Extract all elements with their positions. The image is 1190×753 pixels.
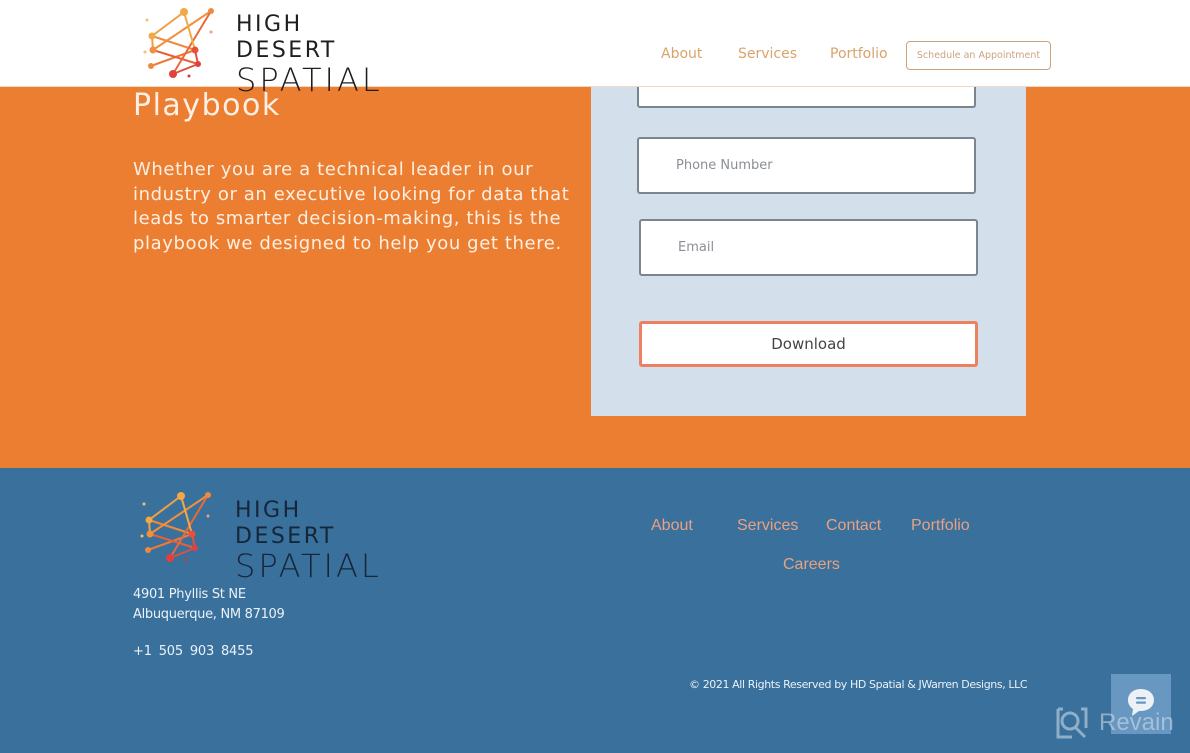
revain-logo-icon bbox=[1056, 707, 1088, 739]
nav-portfolio[interactable]: Portfolio bbox=[830, 46, 888, 62]
footer-nav-portfolio[interactable]: Portfolio bbox=[911, 517, 970, 535]
schedule-appointment-button[interactable]: Schedule an Appointment bbox=[906, 41, 1051, 70]
footer-phone[interactable]: +1 505 903 8455 bbox=[133, 644, 253, 659]
site-footer: HIGH DESERT SPATIAL 4901 Phyllis St NE A… bbox=[0, 468, 1190, 753]
copyright: © 2021 All Rights Reserved by HD Spatial… bbox=[689, 678, 1028, 691]
footer-nav-about[interactable]: About bbox=[651, 517, 693, 535]
footer-nav-careers[interactable]: Careers bbox=[783, 556, 840, 574]
revain-watermark: Revain bbox=[1055, 706, 1174, 740]
phone-field[interactable] bbox=[637, 137, 976, 194]
footer-logo-text: HIGH DESERT SPATIAL bbox=[235, 498, 400, 582]
footer-logo-line-2: SPATIAL bbox=[235, 547, 382, 585]
address-line-2: Albuquerque, NM 87109 bbox=[133, 607, 285, 622]
nav-services[interactable]: Services bbox=[738, 46, 797, 62]
footer-logo-line-1: HIGH DESERT bbox=[235, 498, 336, 549]
logo[interactable]: HIGH DESERT SPATIAL bbox=[143, 2, 393, 96]
email-field[interactable] bbox=[639, 219, 978, 276]
phone-input[interactable] bbox=[639, 139, 974, 192]
logo-text: HIGH DESERT SPATIAL bbox=[236, 12, 393, 96]
nav-about[interactable]: About bbox=[661, 46, 702, 62]
footer-logo[interactable]: HIGH DESERT SPATIAL bbox=[140, 485, 400, 582]
network-logo-icon bbox=[143, 8, 214, 78]
site-header: HIGH DESERT SPATIAL About Services Portf… bbox=[0, 0, 1190, 96]
logo-line-1: HIGH DESERT bbox=[236, 12, 337, 63]
logo-line-2: SPATIAL bbox=[236, 61, 383, 99]
address-line-1: 4901 Phyllis St NE bbox=[133, 587, 246, 602]
download-button[interactable]: Download bbox=[639, 321, 978, 367]
revain-text: Revain bbox=[1099, 709, 1174, 736]
hero-description: Whether you are a technical leader in ou… bbox=[133, 159, 570, 254]
email-input[interactable] bbox=[641, 221, 976, 274]
footer-nav-services[interactable]: Services bbox=[737, 517, 798, 535]
footer-address: 4901 Phyllis St NE Albuquerque, NM 87109 bbox=[133, 585, 285, 625]
footer-nav-contact[interactable]: Contact bbox=[826, 517, 881, 535]
download-form: Download bbox=[591, 60, 1026, 416]
network-logo-icon bbox=[140, 492, 211, 562]
